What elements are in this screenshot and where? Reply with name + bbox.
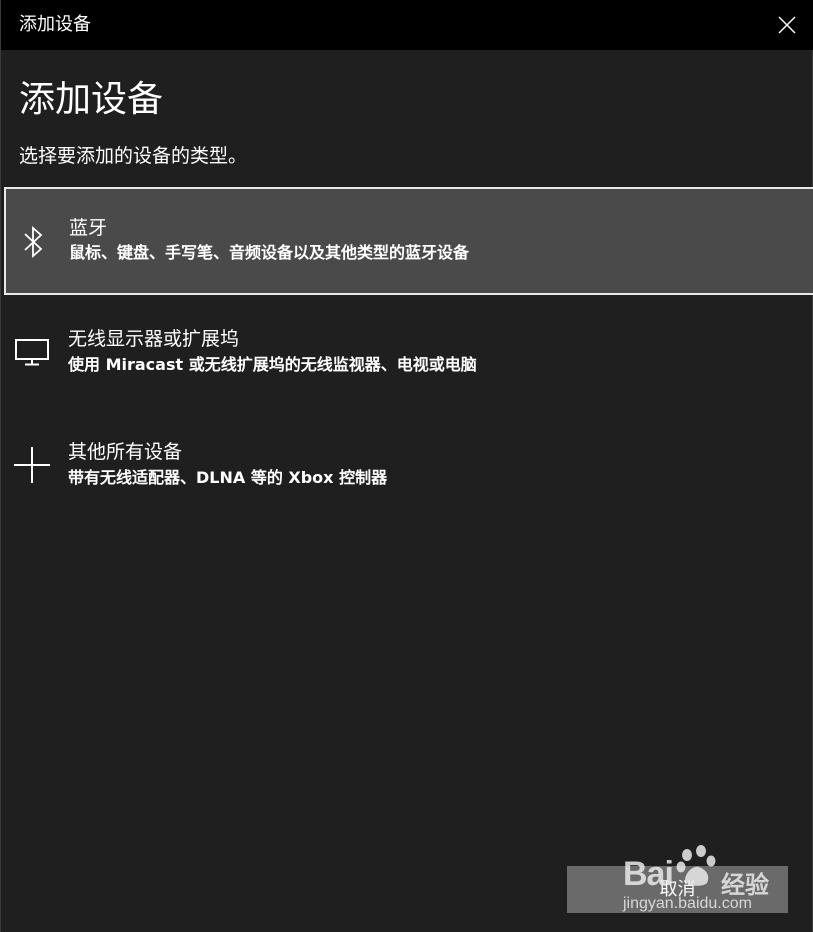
page-subtitle: 选择要添加的设备的类型。: [19, 145, 248, 167]
option-bluetooth[interactable]: 蓝牙 鼠标、键盘、手写笔、音频设备以及其他类型的蓝牙设备: [4, 187, 813, 295]
plus-icon: [12, 443, 52, 487]
option-everything-else[interactable]: 其他所有设备 带有无线适配器、DLNA 等的 Xbox 控制器: [4, 413, 813, 521]
option-title: 蓝牙: [69, 217, 108, 239]
title-bar: 添加设备: [1, 0, 813, 50]
monitor-icon: [12, 330, 52, 374]
add-device-dialog: 添加设备 添加设备 选择要添加的设备的类型。 蓝牙 鼠标、键盘、手写笔、音频设备…: [0, 0, 813, 932]
option-title: 其他所有设备: [68, 441, 183, 463]
window-title: 添加设备: [19, 14, 91, 35]
close-icon: [778, 16, 796, 34]
option-title: 无线显示器或扩展坞: [68, 328, 240, 350]
page-heading: 添加设备: [19, 79, 164, 120]
cancel-button[interactable]: 取消: [567, 866, 788, 913]
close-button[interactable]: [770, 8, 804, 42]
option-wireless-display[interactable]: 无线显示器或扩展坞 使用 Miracast 或无线扩展坞的无线监视器、电视或电脑: [4, 300, 813, 408]
option-description: 鼠标、键盘、手写笔、音频设备以及其他类型的蓝牙设备: [69, 243, 470, 262]
bluetooth-icon: [14, 220, 54, 264]
option-description: 使用 Miracast 或无线扩展坞的无线监视器、电视或电脑: [68, 355, 477, 374]
option-description: 带有无线适配器、DLNA 等的 Xbox 控制器: [68, 468, 388, 487]
